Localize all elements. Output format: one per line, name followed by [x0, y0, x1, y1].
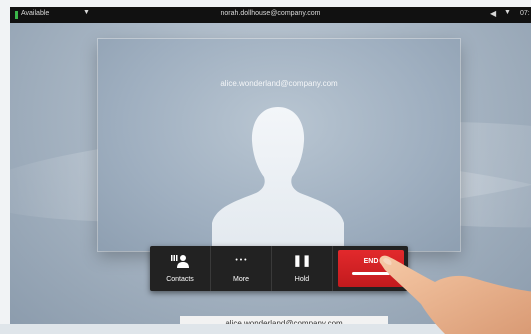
speaker-icon[interactable]: ◀ [490, 9, 496, 18]
more-icon: • • • [235, 257, 247, 264]
contacts-label: Contacts [166, 276, 194, 283]
hold-label: Hold [294, 276, 310, 283]
more-button[interactable]: • • • More [211, 246, 272, 291]
remote-uri: alice.wonderland@company.com [220, 79, 338, 88]
clock: 07: [520, 10, 530, 17]
contacts-button[interactable]: Contacts [150, 246, 211, 291]
pointing-hand-icon [379, 255, 531, 334]
self-uri: norah.dollhouse@company.com [220, 10, 321, 17]
remote-video-panel: alice.wonderland@company.com [98, 39, 460, 251]
status-bar: Available ▼ norah.dollhouse@company.com … [10, 7, 531, 23]
pause-icon: ❚❚ [292, 255, 312, 267]
avatar-silhouette-icon [212, 107, 344, 251]
more-label: More [233, 276, 249, 283]
hold-button[interactable]: ❚❚ Hold [272, 246, 333, 291]
volume-chevron-icon[interactable]: ▼ [504, 9, 511, 16]
call-controls: Contacts • • • More ❚❚ Hold END [150, 246, 408, 291]
active-call-label: alice.wonderland@company.com [180, 316, 388, 324]
contacts-icon [150, 254, 210, 271]
